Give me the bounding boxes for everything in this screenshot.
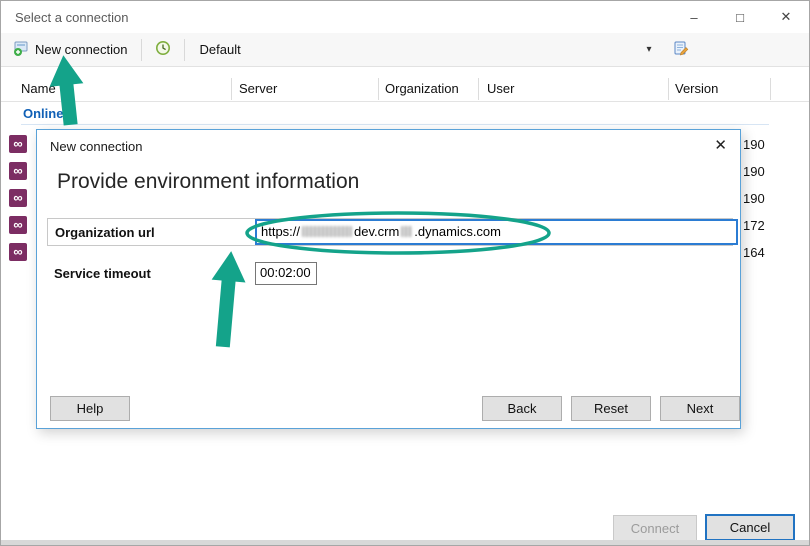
column-divider bbox=[231, 78, 232, 100]
column-header-name[interactable]: Name bbox=[21, 81, 56, 96]
back-button[interactable]: Back bbox=[482, 396, 562, 421]
header-divider bbox=[1, 101, 809, 102]
edit-icon bbox=[673, 40, 689, 59]
row-version: 172 bbox=[743, 218, 765, 233]
window-controls: – □ ✕ bbox=[671, 1, 809, 33]
service-timeout-label: Service timeout bbox=[54, 266, 151, 281]
new-connection-button[interactable]: New connection bbox=[7, 37, 134, 62]
column-header-version[interactable]: Version bbox=[675, 81, 718, 96]
row-version: 190 bbox=[743, 137, 765, 152]
row-version: 190 bbox=[743, 164, 765, 179]
dialog-heading: Provide environment information bbox=[57, 170, 360, 193]
window-bottom-strip bbox=[1, 540, 809, 545]
clock-icon bbox=[155, 40, 171, 59]
service-timeout-input[interactable]: 00:02:00 bbox=[255, 262, 317, 285]
connection-icon: ∞ bbox=[9, 189, 27, 207]
organization-url-input[interactable]: https:// dev.crm .dynamics.com bbox=[255, 219, 738, 245]
help-button[interactable]: Help bbox=[50, 396, 130, 421]
cancel-button[interactable]: Cancel bbox=[705, 514, 795, 541]
close-button[interactable]: ✕ bbox=[763, 1, 809, 33]
column-header-server[interactable]: Server bbox=[239, 81, 277, 96]
new-connection-dialog: New connection ✕ Provide environment inf… bbox=[36, 129, 741, 429]
group-underline bbox=[21, 124, 769, 125]
minimize-button[interactable]: – bbox=[671, 1, 717, 33]
column-divider bbox=[378, 78, 379, 100]
dialog-close-icon[interactable]: ✕ bbox=[714, 136, 727, 154]
connection-icon: ∞ bbox=[9, 135, 27, 153]
redacted-text bbox=[302, 226, 353, 237]
dialog-title: New connection bbox=[50, 139, 143, 154]
row-version: 164 bbox=[743, 245, 765, 260]
profile-dropdown[interactable]: Default ▾ bbox=[192, 37, 660, 63]
maximize-button[interactable]: □ bbox=[717, 1, 763, 33]
connection-icon: ∞ bbox=[9, 243, 27, 261]
toolbar-separator bbox=[140, 38, 142, 61]
organization-url-label: Organization url bbox=[55, 225, 155, 240]
column-divider bbox=[478, 78, 479, 100]
new-connection-icon bbox=[13, 40, 29, 59]
column-header-user[interactable]: User bbox=[487, 81, 514, 96]
select-connection-window: Select a connection – □ ✕ New connection bbox=[0, 0, 810, 546]
connection-icon: ∞ bbox=[9, 162, 27, 180]
row-version: 190 bbox=[743, 191, 765, 206]
title-bar: Select a connection – □ ✕ bbox=[1, 1, 809, 33]
connection-history-button[interactable] bbox=[149, 37, 177, 62]
column-divider bbox=[668, 78, 669, 100]
redacted-text bbox=[401, 226, 413, 237]
group-header-online[interactable]: Online bbox=[23, 106, 63, 121]
url-prefix: https:// bbox=[261, 224, 301, 239]
new-connection-label: New connection bbox=[35, 42, 128, 57]
connection-icon: ∞ bbox=[9, 216, 27, 234]
column-divider bbox=[770, 78, 771, 100]
edit-profile-button[interactable] bbox=[667, 37, 695, 62]
profile-dropdown-value: Default bbox=[199, 42, 241, 57]
window-title: Select a connection bbox=[15, 9, 129, 25]
column-header-organization[interactable]: Organization bbox=[385, 81, 459, 96]
url-suffix: .dynamics.com bbox=[414, 224, 501, 239]
chevron-down-icon: ▾ bbox=[646, 44, 652, 55]
reset-button[interactable]: Reset bbox=[571, 396, 651, 421]
toolbar-separator bbox=[183, 38, 185, 61]
connect-button: Connect bbox=[613, 515, 697, 541]
next-button[interactable]: Next bbox=[660, 396, 740, 421]
url-mid: dev.crm bbox=[354, 224, 400, 239]
toolbar: New connection Default ▾ bbox=[1, 33, 809, 67]
